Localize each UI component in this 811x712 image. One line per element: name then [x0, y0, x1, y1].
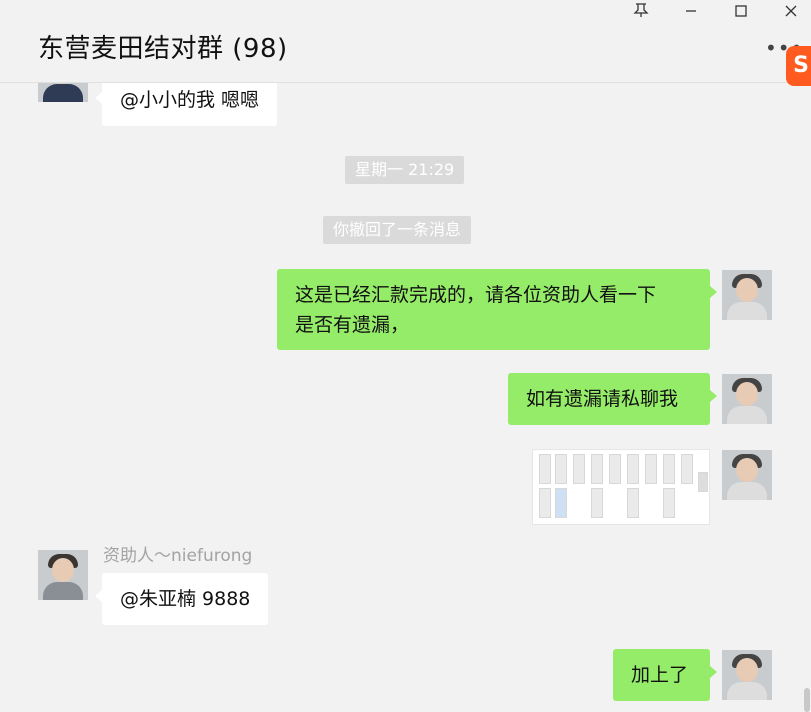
- close-icon[interactable]: [779, 2, 803, 24]
- message-bubble[interactable]: 这是已经汇款完成的，请各位资助人看一下 是否有遗漏，: [277, 269, 717, 350]
- minimize-icon[interactable]: [679, 2, 703, 24]
- message-text: 加上了: [631, 664, 689, 686]
- message-bubble[interactable]: @朱亚楠 9888: [94, 573, 269, 625]
- scrollbar[interactable]: [804, 688, 810, 712]
- message-text-line: 是否有遗漏，: [295, 314, 410, 336]
- message-text: 如有遗漏请私聊我: [526, 388, 679, 410]
- chat-title[interactable]: 东营麦田结对群 (98): [38, 28, 288, 65]
- ime-logo: S: [786, 46, 811, 86]
- recall-notice: 你撤回了一条消息: [323, 216, 472, 244]
- avatar[interactable]: [722, 650, 772, 700]
- chat-header: 东营麦田结对群 (98) ••• S: [0, 0, 811, 86]
- time-separator: 星期一 21:29: [345, 156, 465, 184]
- maximize-icon[interactable]: [729, 2, 753, 24]
- message-text-line: 这是已经汇款完成的，请各位资助人看一下: [295, 284, 657, 306]
- message-text: @朱亚楠 9888: [120, 588, 251, 610]
- avatar[interactable]: [722, 270, 772, 320]
- sender-name: 资助人～niefurong: [103, 546, 253, 566]
- pin-icon[interactable]: [629, 2, 653, 24]
- message-text: @小小的我 嗯嗯: [120, 89, 260, 111]
- image-message[interactable]: [532, 449, 710, 525]
- avatar[interactable]: [38, 550, 88, 600]
- message-bubble[interactable]: 加上了: [613, 649, 717, 701]
- message-bubble[interactable]: 如有遗漏请私聊我: [508, 373, 717, 425]
- avatar[interactable]: [722, 450, 772, 500]
- avatar[interactable]: [722, 374, 772, 424]
